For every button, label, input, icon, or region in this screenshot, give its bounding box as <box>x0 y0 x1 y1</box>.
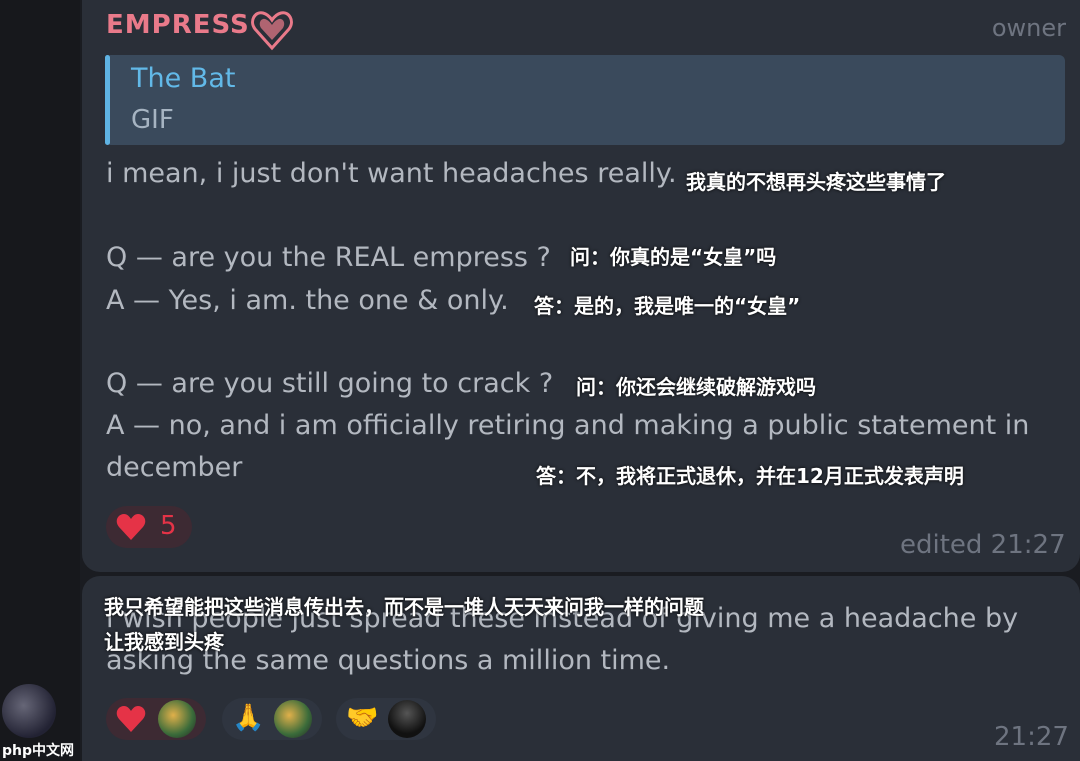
message-line: december <box>106 452 243 483</box>
message-line: i mean, i just don't want headaches real… <box>106 158 677 189</box>
heart-icon <box>116 706 146 732</box>
translation-line: 让我感到头疼 <box>104 630 224 654</box>
reply-media-type: GIF <box>131 105 174 135</box>
reactor-avatar <box>158 700 196 738</box>
message-timestamp: 21:27 <box>994 722 1069 752</box>
message-line: A — no, and i am officially retiring and… <box>106 410 1030 441</box>
reactor-avatar <box>274 700 312 738</box>
reaction-count: 5 <box>160 511 177 541</box>
heart-icon <box>116 514 146 540</box>
translation-line: 问：你真的是“女皇”吗 <box>570 245 777 269</box>
translation-line: 答：不，我将正式退休，并在12月正式发表声明 <box>536 464 964 488</box>
role-badge: owner <box>991 14 1066 42</box>
heart-badge-icon <box>251 11 293 51</box>
reply-author: The Bat <box>131 63 236 94</box>
sender-avatar[interactable] <box>2 684 56 738</box>
chat-left-gutter <box>0 0 80 761</box>
reaction-pray[interactable]: 🙏 <box>222 698 322 740</box>
message-timestamp: edited 21:27 <box>900 530 1066 560</box>
reaction-heart[interactable] <box>106 698 206 740</box>
reply-accent-bar <box>105 55 110 145</box>
message-line: Q — are you still going to crack ? <box>106 368 554 399</box>
reply-preview[interactable]: The Bat GIF <box>105 55 1065 145</box>
site-watermark: php中文网 <box>2 743 75 759</box>
translation-line: 问：你还会继续破解游戏吗 <box>576 375 816 399</box>
message-line: Q — are you the REAL empress ? <box>106 242 551 273</box>
translation-line: 答：是的，我是唯一的“女皇” <box>534 294 801 318</box>
pray-icon: 🙏 <box>232 703 265 733</box>
translation-line: 我真的不想再头疼这些事情了 <box>686 170 946 194</box>
reactor-avatar <box>388 700 426 738</box>
message-line: A — Yes, i am. the one & only. <box>106 285 509 316</box>
reaction-handshake[interactable]: 🤝 <box>336 698 436 740</box>
sender-name[interactable]: EMPRESS <box>106 10 250 40</box>
handshake-icon: 🤝 <box>346 703 379 733</box>
translation-line: 我只希望能把这些消息传出去，而不是一堆人天天来问我一样的问题 <box>104 595 704 619</box>
reaction-heart[interactable]: 5 <box>106 506 192 548</box>
